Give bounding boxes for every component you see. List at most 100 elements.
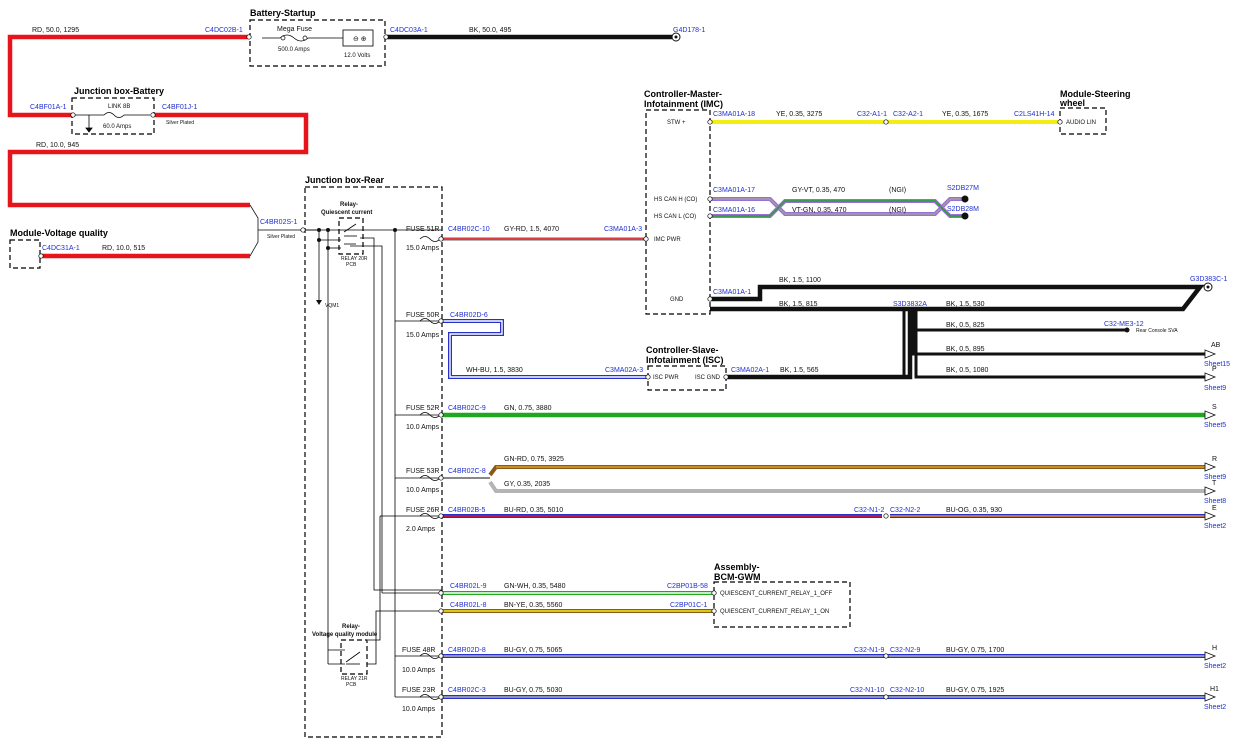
wire-label-5010: BU-RD, 0.35, 5010	[504, 507, 563, 514]
wire-gn-rd-3925[interactable]	[488, 465, 1205, 477]
conn-c4br02d8[interactable]: C4BR02D-8	[448, 647, 486, 654]
wire-label-4070: GY-RD, 1.5, 4070	[504, 226, 559, 233]
wire-label-3275: YE, 0.35, 3275	[776, 111, 822, 118]
conn-c32n210[interactable]: C32-N2-10	[890, 687, 924, 694]
wire-label-815: BK, 1.5, 815	[779, 301, 818, 308]
pin-c32me3	[1124, 327, 1130, 333]
offsheet-s[interactable]: S	[1212, 404, 1217, 411]
conn-c32n12[interactable]: C32-N1-2	[854, 507, 884, 514]
label-link-amps: 60.0 Amps	[103, 124, 131, 130]
wire-label-5560: BN-YE, 0.35, 5560	[504, 602, 562, 609]
fuse-48r-amps: 10.0 Amps	[402, 667, 436, 674]
pin-hs-can-h: HS CAN H (CO)	[654, 197, 697, 203]
ground-g3d383c-inner-icon	[1206, 285, 1210, 289]
box-imc	[645, 109, 711, 315]
wire-rd-10-945[interactable]	[7, 112, 309, 208]
conn-s2db28m[interactable]: S2DB28M	[947, 206, 979, 213]
offsheet-t-sheet[interactable]: Sheet8	[1204, 498, 1226, 505]
offsheet-h[interactable]: H	[1212, 645, 1217, 652]
conn-c4br02c9[interactable]: C4BR02C-9	[448, 405, 486, 412]
fuse-51r: FUSE 51R	[406, 226, 439, 233]
conn-c3ma01a3[interactable]: C3MA01A-3	[604, 226, 642, 233]
label-mega-amps: 500.0 Amps	[278, 47, 310, 53]
conn-g3d383c[interactable]: G3D383C-1	[1190, 276, 1227, 283]
pin-stw: STW +	[667, 120, 686, 126]
title-steering-2: wheel	[1059, 98, 1085, 108]
wire-label-825: BK, 0.5, 825	[946, 322, 985, 329]
conn-c32n19[interactable]: C32-N1-9	[854, 647, 884, 654]
conn-c4br02l8[interactable]: C4BR02L-8	[450, 602, 487, 609]
conn-c3ma01a1[interactable]: C3MA01A-1	[713, 289, 751, 296]
pin-isc-pwr: ISC PWR	[653, 375, 679, 381]
pin-rear-console: Rear Console SVA	[1136, 328, 1178, 334]
conn-c32a11[interactable]: C32-A1-1	[857, 111, 887, 118]
conn-c4br02c3[interactable]: C4BR02C-3	[448, 687, 486, 694]
title-bcm-2: BCM-GWM	[714, 572, 761, 582]
conn-c3ma02a1[interactable]: C3MA02A-1	[731, 367, 769, 374]
offsheet-r[interactable]: R	[1212, 456, 1217, 463]
wire-label-515: RD, 10.0, 515	[102, 245, 145, 252]
conn-c4dc03a[interactable]: C4DC03A-1	[390, 27, 428, 34]
conn-c4bf01j[interactable]: C4BF01J-1	[162, 104, 198, 111]
offsheet-t[interactable]: T	[1212, 480, 1217, 487]
conn-c3ma02a3[interactable]: C3MA02A-3	[605, 367, 643, 374]
offsheet-h1[interactable]: H1	[1210, 686, 1219, 693]
offsheet-s-sheet[interactable]: Sheet5	[1204, 422, 1226, 429]
offsheet-ab[interactable]: AB	[1211, 342, 1221, 349]
title-relay-voltage-1: Relay-	[342, 624, 360, 630]
fuse-52r: FUSE 52R	[406, 405, 439, 412]
conn-c2bp01b58[interactable]: C2BP01B-58	[667, 583, 708, 590]
offsheet-e[interactable]: E	[1212, 505, 1217, 512]
label-relay21-b: PCB	[346, 682, 357, 688]
wire-label-930: BU-OG, 0.35, 930	[946, 507, 1002, 514]
offsheet-ab-sheet[interactable]: Sheet15	[1204, 361, 1230, 368]
splice-dot	[317, 228, 321, 232]
conn-c2ls41h14[interactable]: C2LS41H-14	[1014, 111, 1055, 118]
title-junction-rear: Junction box-Rear	[305, 175, 385, 185]
fuse-50r: FUSE 50R	[406, 312, 439, 319]
fuse-26r-amps: 2.0 Amps	[406, 526, 436, 533]
offsheet-h-sheet[interactable]: Sheet2	[1204, 663, 1226, 670]
fuse-23r: FUSE 23R	[402, 687, 435, 694]
conn-c32me312[interactable]: C32-ME3-12	[1104, 321, 1144, 328]
conn-c4br02d6[interactable]: C4BR02D-6	[450, 312, 488, 319]
wire-label-3925: GN-RD, 0.75, 3925	[504, 456, 564, 463]
offsheet-h1-sheet[interactable]: Sheet2	[1204, 704, 1226, 711]
conn-c32n110[interactable]: C32-N1-10	[850, 687, 884, 694]
fuse-23r-amps: 10.0 Amps	[402, 706, 436, 713]
conn-g4d178[interactable]: G4D178-1	[673, 27, 705, 34]
title-isc-2: Infotainment (ISC)	[646, 355, 724, 365]
conn-c4bf01a[interactable]: C4BF01A-1	[30, 104, 67, 111]
wire-label-495: BK, 50.0, 495	[469, 27, 512, 34]
splice-s2db27m	[961, 195, 969, 203]
conn-c4dc02b[interactable]: C4DC02B-1	[205, 27, 243, 34]
conn-c3ma01a17[interactable]: C3MA01A-17	[713, 187, 755, 194]
conn-c3ma01a18[interactable]: C3MA01A-18	[713, 111, 755, 118]
conn-s2db27m[interactable]: S2DB27M	[947, 185, 979, 192]
wire-label-895: BK, 0.5, 895	[946, 346, 985, 353]
conn-c4br02l9[interactable]: C4BR02L-9	[450, 583, 487, 590]
conn-c3ma01a16[interactable]: C3MA01A-16	[713, 207, 755, 214]
conn-s3d3832a[interactable]: S3D3832A	[893, 301, 927, 308]
conn-c4br02c10[interactable]: C4BR02C-10	[448, 226, 490, 233]
conn-c32a21[interactable]: C32-A2-1	[893, 111, 923, 118]
offsheet-e-sheet[interactable]: Sheet2	[1204, 523, 1226, 530]
bracket-silver-1	[249, 204, 259, 257]
conn-c32n22[interactable]: C32-N2-2	[890, 507, 920, 514]
wire-gy-2035[interactable]	[488, 480, 1205, 493]
wire-label-470a: GY-VT, 0.35, 470	[792, 187, 845, 194]
conn-c4br02s[interactable]: C4BR02S-1	[260, 219, 297, 226]
conn-c4dc31a[interactable]: C4DC31A-1	[42, 245, 80, 252]
wire-label-1700: BU-GY, 0.75, 1700	[946, 647, 1004, 654]
offsheet-p[interactable]: P	[1212, 366, 1217, 373]
fuse-48r: FUSE 48R	[402, 647, 435, 654]
splice-dot	[326, 228, 330, 232]
conn-c4br02c8[interactable]: C4BR02C-8	[448, 468, 486, 475]
wire-label-1100: BK, 1.5, 1100	[779, 277, 821, 284]
title-junction-battery: Junction box-Battery	[74, 86, 164, 96]
offsheet-p-sheet[interactable]: Sheet9	[1204, 385, 1226, 392]
conn-c2bp01c1[interactable]: C2BP01C-1	[670, 602, 707, 609]
conn-c4br02b5[interactable]: C4BR02B-5	[448, 507, 485, 514]
title-battery-startup: Battery-Startup	[250, 8, 316, 18]
conn-c32n29[interactable]: C32-N2-9	[890, 647, 920, 654]
